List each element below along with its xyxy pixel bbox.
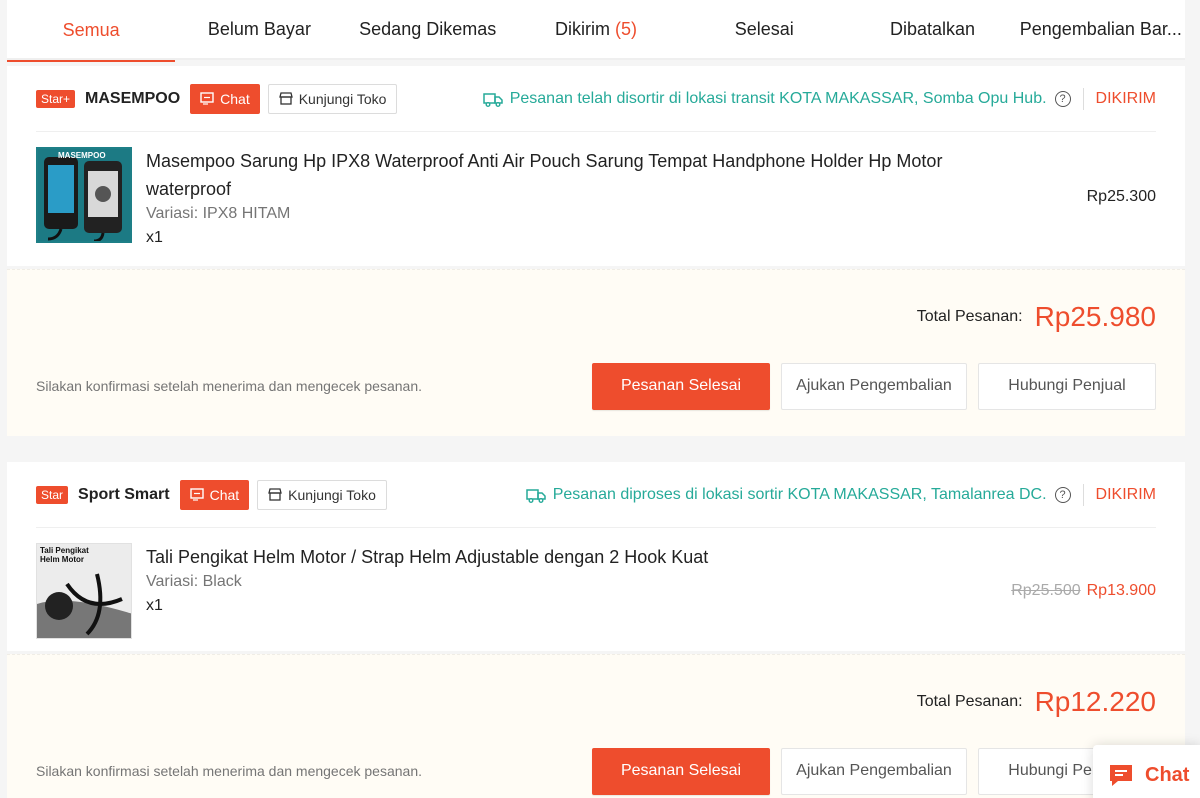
shop-header: Star+ MASEMPOO Chat Kunjungi Toko Pesana… <box>36 66 1156 132</box>
visit-shop-label: Kunjungi Toko <box>298 90 387 107</box>
star-plus-badge: Star+ <box>36 89 76 108</box>
visit-shop-label: Kunjungi Toko <box>288 486 376 503</box>
total-label: Total Pesanan: <box>916 693 1023 710</box>
product-item[interactable]: Tali Pengikat Helm Motor Tali Pengikat H… <box>36 528 1156 651</box>
action-row: Silakan konfirmasi setelah menerima dan … <box>36 747 1156 795</box>
shipping-info-link[interactable]: Pesanan diproses di lokasi sortir KOTA M… <box>525 485 1047 504</box>
shipping-text: Pesanan diproses di lokasi sortir KOTA M… <box>552 485 1047 503</box>
divider <box>1082 87 1084 110</box>
action-row: Silakan konfirmasi setelah menerima dan … <box>36 362 1156 410</box>
price-value: Rp25.300 <box>1086 188 1156 205</box>
tab-label: Dibatalkan <box>890 18 976 39</box>
order-card: Star+ MASEMPOO Chat Kunjungi Toko Pesana… <box>7 66 1185 436</box>
thumb-caption-line: Tali Pengikat <box>40 546 89 555</box>
contact-seller-button[interactable]: Hubungi Penjual <box>978 362 1156 410</box>
tab-belum-bayar[interactable]: Belum Bayar <box>175 0 343 58</box>
chat-button[interactable]: Chat <box>190 83 260 114</box>
product-price: Rp25.300 <box>1087 188 1156 206</box>
floating-chat-button[interactable]: Chat <box>1093 745 1200 798</box>
shop-name[interactable]: Sport Smart <box>78 486 170 504</box>
waterproof-pouch-image <box>38 149 130 241</box>
order-status-tabs: Semua Belum Bayar Sedang Dikemas Dikirim… <box>7 0 1185 62</box>
total-row: Total Pesanan: Rp12.220 <box>36 655 1156 749</box>
tab-count: (5) <box>614 18 637 39</box>
thumb-caption: Tali Pengikat Helm Motor <box>40 546 89 564</box>
order-actions: Pesanan Selesai Ajukan Pengembalian Hubu… <box>592 362 1156 410</box>
order-summary: Total Pesanan: Rp25.980 Silakan konfirma… <box>7 269 1185 436</box>
tab-dikirim[interactable]: Dikirim (5) <box>512 0 680 58</box>
divider <box>1082 483 1084 506</box>
product-thumbnail[interactable]: MASEMPOO <box>36 147 132 243</box>
chat-button-label: Chat <box>220 90 250 107</box>
tab-label: Sedang Dikemas <box>359 18 497 39</box>
visit-shop-button[interactable]: Kunjungi Toko <box>267 83 398 114</box>
visit-shop-button[interactable]: Kunjungi Toko <box>257 479 387 510</box>
product-quantity: x1 <box>146 229 163 246</box>
chat-icon <box>200 92 214 105</box>
shipping-status: Pesanan diproses di lokasi sortir KOTA M… <box>525 483 1156 506</box>
chat-button[interactable]: Chat <box>179 479 250 510</box>
product-item[interactable]: MASEMPOO Masempoo Sarung Hp IPX8 Waterpr… <box>36 132 1156 266</box>
help-icon[interactable]: ? <box>1054 90 1071 107</box>
tab-semua[interactable]: Semua <box>7 0 176 62</box>
tab-label: Semua <box>62 19 120 40</box>
tab-label: Belum Bayar <box>207 18 311 39</box>
shop-icon <box>268 488 283 501</box>
order-status: DIKIRIM <box>1095 485 1156 503</box>
star-badge: Star <box>36 485 69 504</box>
product-price: Rp25.500 Rp13.900 <box>1011 582 1156 600</box>
shop-icon <box>278 92 293 105</box>
tab-selesai[interactable]: Selesai <box>680 0 848 58</box>
original-price: Rp25.500 <box>1011 582 1081 599</box>
floating-chat-label: Chat <box>1145 763 1190 786</box>
product-info: Tali Pengikat Helm Motor / Strap Helm Ad… <box>146 543 1011 639</box>
product-thumbnail[interactable]: Tali Pengikat Helm Motor <box>36 543 132 639</box>
product-info: Masempoo Sarung Hp IPX8 Waterproof Anti … <box>146 147 1087 247</box>
order-complete-button[interactable]: Pesanan Selesai <box>592 747 770 795</box>
total-value: Rp12.220 <box>1034 686 1156 717</box>
chat-button-label: Chat <box>209 486 240 503</box>
shipping-text: Pesanan telah disortir di lokasi transit… <box>509 89 1047 107</box>
order-summary: Total Pesanan: Rp12.220 Silakan konfirma… <box>7 654 1185 798</box>
order-body: Star+ MASEMPOO Chat Kunjungi Toko Pesana… <box>7 66 1185 266</box>
tab-pengembalian[interactable]: Pengembalian Bar... <box>1017 0 1185 58</box>
product-name: Masempoo Sarung Hp IPX8 Waterproof Anti … <box>146 151 943 199</box>
thumb-caption-line: Helm Motor <box>40 555 84 564</box>
order-body: Star Sport Smart Chat Kunjungi Toko Pesa… <box>7 462 1185 651</box>
shop-header: Star Sport Smart Chat Kunjungi Toko Pesa… <box>36 462 1156 528</box>
product-variation: Variasi: IPX8 HITAM <box>146 205 291 222</box>
total-label: Total Pesanan: <box>916 308 1023 325</box>
total-row: Total Pesanan: Rp25.980 <box>36 270 1156 364</box>
chat-bubble-icon <box>1110 765 1132 786</box>
truck-icon <box>482 92 503 107</box>
tab-dibatalkan[interactable]: Dibatalkan <box>848 0 1016 58</box>
shipping-status: Pesanan telah disortir di lokasi transit… <box>482 87 1156 110</box>
product-quantity: x1 <box>146 597 163 614</box>
thumb-brand: MASEMPOO <box>58 151 106 160</box>
total-value: Rp25.980 <box>1034 301 1156 332</box>
tab-label: Dikirim <box>554 18 610 39</box>
discount-price: Rp13.900 <box>1086 582 1156 599</box>
tab-label: Pengembalian Bar... <box>1019 18 1182 39</box>
shop-name[interactable]: MASEMPOO <box>85 90 180 108</box>
help-icon[interactable]: ? <box>1054 486 1071 503</box>
product-name: Tali Pengikat Helm Motor / Strap Helm Ad… <box>146 547 709 567</box>
confirm-hint: Silakan konfirmasi setelah menerima dan … <box>36 763 422 779</box>
tab-sedang-dikemas[interactable]: Sedang Dikemas <box>344 0 512 58</box>
request-return-button[interactable]: Ajukan Pengembalian <box>781 747 967 795</box>
chat-icon <box>189 488 204 501</box>
order-actions: Pesanan Selesai Ajukan Pengembalian Hubu… <box>592 747 1156 795</box>
truck-icon <box>525 488 546 503</box>
confirm-hint: Silakan konfirmasi setelah menerima dan … <box>36 378 422 394</box>
order-status: DIKIRIM <box>1095 89 1156 107</box>
tab-label: Selesai <box>734 18 794 39</box>
shipping-info-link[interactable]: Pesanan telah disortir di lokasi transit… <box>482 89 1047 108</box>
order-card: Star Sport Smart Chat Kunjungi Toko Pesa… <box>7 462 1185 798</box>
order-complete-button[interactable]: Pesanan Selesai <box>592 362 770 410</box>
request-return-button[interactable]: Ajukan Pengembalian <box>781 362 967 410</box>
product-variation: Variasi: Black <box>146 573 242 590</box>
